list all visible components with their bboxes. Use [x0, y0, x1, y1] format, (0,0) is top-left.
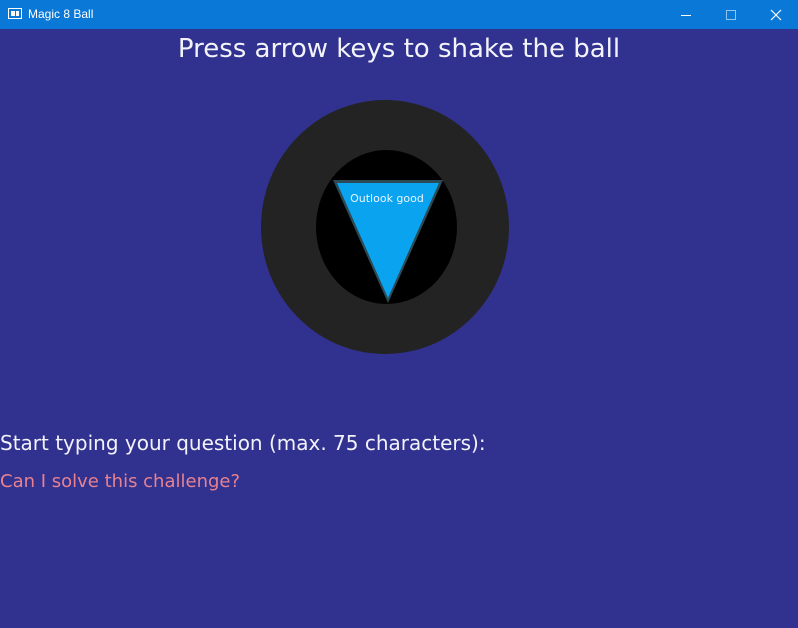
- window-title: Magic 8 Ball: [28, 7, 94, 21]
- title-bar[interactable]: Magic 8 Ball: [0, 0, 798, 29]
- answer-text: Outlook good: [350, 192, 424, 205]
- app-window-icon: [8, 8, 22, 19]
- question-prompt-label: Start typing your question (max. 75 char…: [0, 431, 486, 455]
- question-input[interactable]: Can I solve this challenge?: [0, 471, 240, 493]
- close-button[interactable]: [753, 0, 798, 29]
- app-canvas[interactable]: Press arrow keys to shake the ball Outlo…: [0, 29, 798, 628]
- maximize-icon: [725, 9, 736, 20]
- close-icon: [770, 9, 781, 20]
- instruction-heading: Press arrow keys to shake the ball: [177, 34, 621, 64]
- minimize-button[interactable]: [663, 0, 708, 29]
- maximize-button[interactable]: [708, 0, 753, 29]
- app-window: Magic 8 Ball Press arrow keys to shake t…: [0, 0, 798, 628]
- minimize-icon: [680, 14, 691, 16]
